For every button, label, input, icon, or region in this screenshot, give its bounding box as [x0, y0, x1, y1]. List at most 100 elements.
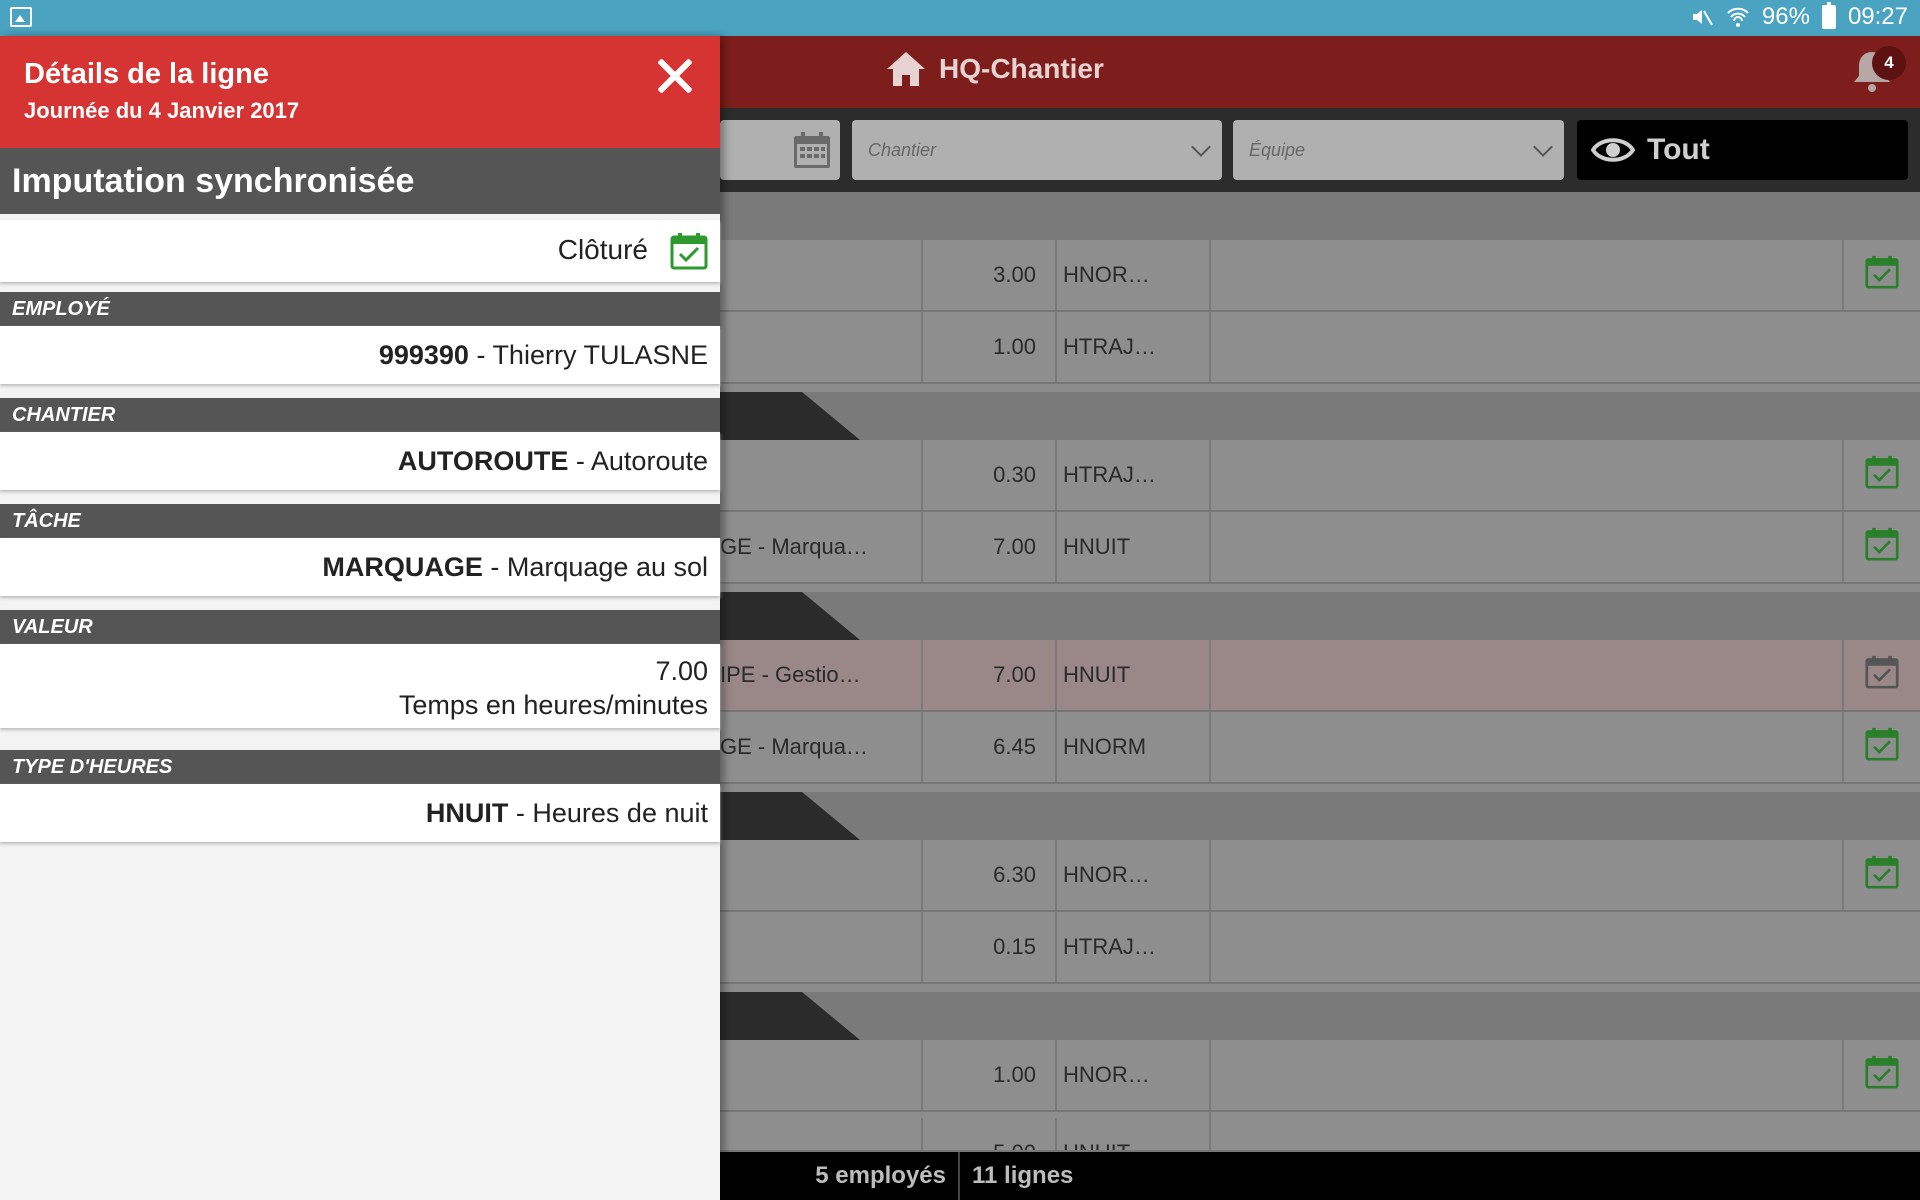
- hour-type-cell: HNORM: [1055, 712, 1208, 782]
- value-cell: 6.30: [921, 840, 1054, 910]
- hour-type-cell: HNOR…: [1055, 240, 1208, 310]
- value-cell: 1.00: [921, 312, 1054, 382]
- chantier-name: - Autoroute: [568, 446, 708, 476]
- employe-code: 999390: [378, 340, 469, 370]
- employe-name: - Thierry TULASNE: [468, 340, 708, 370]
- closed-calendar-icon: [670, 233, 708, 270]
- mute-icon: [1692, 10, 1713, 26]
- type-heures-code: HNUIT: [425, 798, 509, 828]
- type-heures-name: - Heures de nuit: [508, 798, 708, 828]
- value-cell: 3.00: [921, 240, 1054, 310]
- hour-type-cell: HNOR…: [1055, 1040, 1208, 1110]
- status-cell: [1842, 712, 1920, 782]
- state-label: Clôturé: [557, 234, 648, 265]
- hour-type-cell: HTRAJ…: [1055, 440, 1208, 510]
- close-icon[interactable]: [652, 54, 696, 98]
- date-field[interactable]: [720, 120, 840, 180]
- line-details-drawer: Détails de la ligne Journée du 4 Janvier…: [0, 36, 720, 1200]
- eye-icon: [1591, 138, 1635, 162]
- type-heures-value: HNUIT - Heures de nuit: [0, 784, 720, 842]
- task-cell: [720, 912, 920, 982]
- value-cell: 1.00: [921, 1040, 1054, 1110]
- status-cell: [1842, 440, 1920, 510]
- employee-count: 5 employés: [720, 1152, 960, 1200]
- closed-calendar-icon: [1865, 1055, 1899, 1095]
- tache-value: MARQUAGE - Marquage au sol: [0, 538, 720, 596]
- note-cell: [1209, 912, 1920, 982]
- task-cell: [720, 312, 920, 382]
- note-cell: [1209, 312, 1920, 382]
- value-cell: 5.00: [921, 1118, 1054, 1150]
- hour-type-cell: HTRAJ…: [1055, 912, 1208, 982]
- value-cell: 0.15: [921, 912, 1054, 982]
- battery-icon: [1821, 2, 1836, 29]
- note-cell: [1209, 712, 1841, 782]
- wifi-icon: [1727, 7, 1749, 27]
- closed-calendar-icon: [1865, 855, 1899, 895]
- hour-type-cell: HTRAJ…: [1055, 312, 1208, 382]
- note-cell: [1209, 440, 1841, 510]
- note-cell: [1209, 840, 1841, 910]
- chantier-code: AUTOROUTE: [397, 446, 569, 476]
- closed-calendar-icon: [1865, 727, 1899, 767]
- chantier-section-label: CHANTIER: [0, 398, 720, 432]
- type-heures-section-label: TYPE D'HEURES: [0, 750, 720, 784]
- value-cell: 7.00: [921, 640, 1054, 710]
- tache-code: MARQUAGE: [322, 552, 483, 582]
- drawer-subtitle: Journée du 4 Janvier 2017: [24, 98, 300, 123]
- note-cell: [1209, 512, 1841, 582]
- sync-status-bar: Imputation synchronisée: [0, 148, 720, 214]
- gallery-notification-icon: [10, 7, 32, 27]
- task-cell: [720, 240, 920, 310]
- view-filter-label: Tout: [1647, 133, 1710, 166]
- status-cell: [1842, 640, 1920, 710]
- notification-badge: 4: [1872, 46, 1906, 80]
- home-icon: [887, 52, 925, 86]
- chevron-down-icon: [1533, 137, 1553, 157]
- note-cell: [1209, 1040, 1841, 1110]
- closed-calendar-icon: [1865, 255, 1899, 295]
- valeur-section-label: VALEUR: [0, 610, 720, 644]
- valeur-unit: Temps en heures/minutes: [398, 690, 708, 720]
- closed-calendar-icon: [1865, 455, 1899, 495]
- status-bar-right: 96% 09:27: [1690, 2, 1908, 31]
- app-title-group[interactable]: HQ-Chantier: [885, 50, 1104, 88]
- note-cell: [1209, 240, 1841, 310]
- chantier-select[interactable]: Chantier: [852, 120, 1222, 180]
- chantier-placeholder: Chantier: [868, 139, 937, 160]
- chevron-down-icon: [1191, 137, 1211, 157]
- valeur-number: 7.00: [655, 656, 708, 686]
- status-cell: [1842, 1040, 1920, 1110]
- status-cell: [1842, 840, 1920, 910]
- hour-type-cell: HNUIT: [1055, 512, 1208, 582]
- note-cell: [1209, 640, 1841, 710]
- view-filter-button[interactable]: Tout: [1577, 120, 1908, 180]
- battery-percent: 96%: [1761, 3, 1810, 30]
- hour-type-cell: HNUIT: [1055, 640, 1208, 710]
- notifications-button[interactable]: 4: [1848, 46, 1906, 100]
- drawer-title: Détails de la ligne: [24, 58, 269, 90]
- status-bar: 96% 09:27: [0, 0, 1920, 36]
- chantier-value: AUTOROUTE - Autoroute: [0, 432, 720, 490]
- valeur-value: 7.00 Temps en heures/minutes: [0, 644, 720, 728]
- status-cell: [1842, 512, 1920, 582]
- task-cell: IPE - Gestio…: [720, 662, 861, 687]
- status-cell: [1842, 240, 1920, 310]
- employe-value: 999390 - Thierry TULASNE: [0, 326, 720, 384]
- state-row: Clôturé: [0, 220, 720, 282]
- equipe-placeholder: Équipe: [1249, 139, 1306, 160]
- value-cell: 0.30: [921, 440, 1054, 510]
- note-cell: [1209, 1112, 1841, 1150]
- app-title: HQ-Chantier: [939, 53, 1104, 84]
- tache-section-label: TÂCHE: [0, 504, 720, 538]
- task-cell: GE - Marqua…: [720, 734, 868, 759]
- hour-type-cell: HNOR…: [1055, 840, 1208, 910]
- line-count: 11 lignes: [972, 1162, 1074, 1189]
- equipe-select[interactable]: Équipe: [1233, 120, 1564, 180]
- closed-calendar-icon: [1865, 527, 1899, 567]
- clock: 09:27: [1847, 3, 1908, 30]
- employe-section-label: EMPLOYÉ: [0, 292, 720, 326]
- task-cell: [720, 1040, 920, 1110]
- task-cell: [720, 1118, 920, 1150]
- tache-name: - Marquage au sol: [482, 552, 708, 582]
